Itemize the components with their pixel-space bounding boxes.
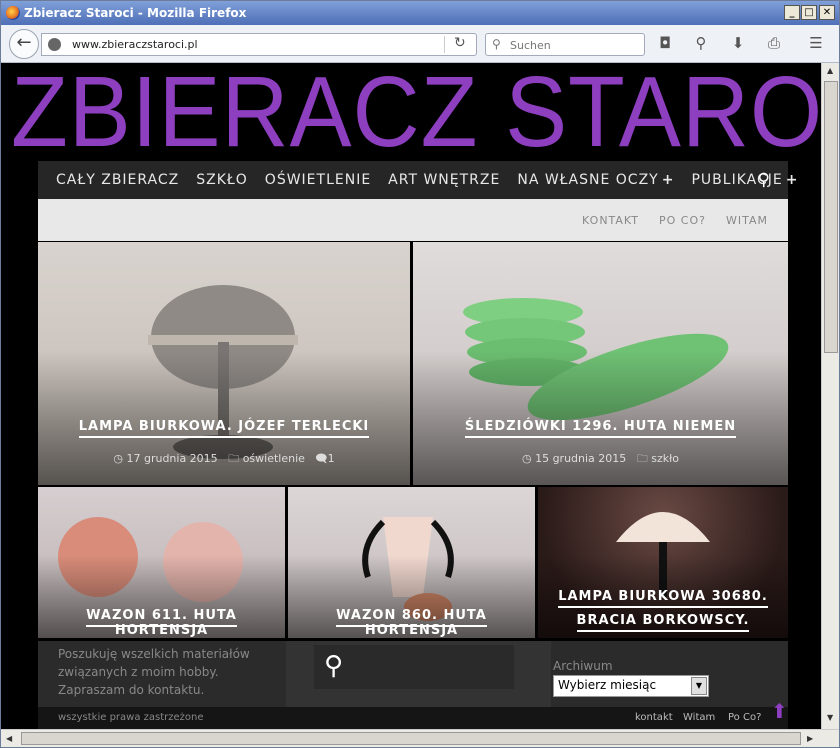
post-title-text: WAZON 860. HUTA HORTENSJA (336, 608, 487, 638)
download-icon[interactable]: ⬇ (728, 34, 748, 52)
folder-icon: 🗀 (228, 452, 240, 465)
back-to-top-icon[interactable]: ⬆ (771, 699, 788, 723)
vertical-scroll-thumb[interactable] (824, 81, 838, 353)
find-icon[interactable]: ⚲ (691, 34, 711, 52)
url-text: www.zbieraczstaroci.pl (72, 38, 198, 51)
globe-icon (48, 38, 61, 51)
post-title[interactable]: LAMPA BIURKOWA 30680. BRACIA BORKOWSCY. (538, 585, 788, 633)
post-tile[interactable]: WAZON 860. HUTA HORTENSJA (288, 487, 535, 638)
footer-about: Poszukuję wszelkich materiałów związanyc… (58, 647, 250, 697)
post-title-text: ŚLEDZIÓWKI 1296. HUTA NIEMEN (464, 419, 737, 438)
folder-icon: 🗀 (636, 452, 648, 465)
footer-bottom: wszystkie prawa zastrzeżone kontakt Wita… (38, 707, 788, 729)
scroll-down-icon[interactable]: ▼ (827, 713, 833, 722)
menu-item-art-wnetrze[interactable]: ART WNĘTRZE (388, 172, 500, 188)
horizontal-scrollbar[interactable]: ◀ ▶ (1, 729, 839, 747)
site-search-icon[interactable]: ⚲ (758, 170, 770, 190)
comment-icon: 🗨 (315, 452, 328, 465)
footer-link-witam[interactable]: Witam (683, 712, 715, 723)
post-title-text: LAMPA BIURKOWA. JÓZEF TERLECKI (78, 419, 370, 438)
search-icon: ⚲ (492, 37, 501, 51)
post-meta: ◷ 15 grudnia 2015 🗀 szkło (413, 450, 788, 469)
post-date: 17 grudnia 2015 (126, 452, 218, 465)
post-title-text: WAZON 611. HUTA HORTENSJA (86, 608, 237, 638)
browser-window: Zbieracz Staroci - Mozilla Firefox _ □ ✕… (0, 0, 840, 748)
sublink-kontakt[interactable]: KONTAKT (582, 214, 639, 227)
search-icon[interactable]: ⚲ (324, 651, 343, 681)
minimize-button[interactable]: _ (784, 5, 800, 20)
footer-search-input[interactable]: ⚲ (314, 645, 514, 689)
scroll-up-icon[interactable]: ▲ (827, 66, 833, 75)
archive-select-value: Wybierz miesiąc (558, 678, 657, 692)
footer-link-po-co[interactable]: Po Co? (728, 712, 761, 723)
navigation-toolbar: ← www.zbieraczstaroci.pl ↻ ⚲ Suchen ◘ ⚲ … (1, 25, 839, 63)
post-meta: ◷ 17 grudnia 2015 🗀 oświetlenie 🗨1 (38, 450, 410, 469)
maximize-button[interactable]: □ (801, 5, 817, 20)
archive-label: Archiwum (553, 659, 613, 673)
secondary-menu: KONTAKT PO CO? WITAM (38, 199, 788, 241)
post-title-line2: BRACIA BORKOWSCY. (576, 613, 750, 632)
window-title: Zbieracz Staroci - Mozilla Firefox (24, 6, 247, 20)
menu-item-caly-zbieracz[interactable]: CAŁY ZBIERACZ (56, 172, 179, 188)
post-title-line1: LAMPA BIURKOWA 30680. (558, 589, 768, 608)
search-box[interactable]: ⚲ Suchen (485, 33, 645, 56)
archive-select[interactable]: Wybierz miesiąc ▼ (553, 675, 709, 697)
main-menu: CAŁY ZBIERACZ SZKŁO OŚWIETLENIE ART WNĘT… (38, 161, 797, 199)
scroll-left-icon[interactable]: ◀ (6, 734, 12, 743)
clock-icon: ◷ (521, 452, 532, 465)
menu-item-label: NA WŁASNE OCZY (517, 172, 659, 188)
post-tile[interactable]: LAMPA BIURKOWA. JÓZEF TERLECKI ◷ 17 grud… (38, 242, 410, 485)
chevron-down-icon: ▼ (691, 677, 707, 695)
post-date: 15 grudnia 2015 (535, 452, 627, 465)
scroll-right-icon[interactable]: ▶ (807, 734, 813, 743)
plus-icon: + (785, 172, 799, 188)
post-tile[interactable]: WAZON 611. HUTA HORTENSJA (38, 487, 285, 638)
post-tile[interactable]: ŚLEDZIÓWKI 1296. HUTA NIEMEN ◷ 15 grudni… (413, 242, 788, 485)
plus-icon: + (661, 172, 675, 188)
post-tile[interactable]: LAMPA BIURKOWA 30680. BRACIA BORKOWSCY. (538, 487, 788, 638)
sublink-po-co[interactable]: PO CO? (659, 214, 706, 227)
back-button[interactable]: ← (9, 29, 39, 59)
post-title[interactable]: ŚLEDZIÓWKI 1296. HUTA NIEMEN (413, 419, 788, 438)
post-title[interactable]: LAMPA BIURKOWA. JÓZEF TERLECKI (38, 419, 410, 438)
footer-widgets: Poszukuję wszelkich materiałów związanyc… (38, 641, 788, 707)
footer-search: ⚲ (286, 641, 551, 707)
post-title[interactable]: WAZON 860. HUTA HORTENSJA (288, 608, 535, 638)
menu-item-na-wlasne-oczy[interactable]: NA WŁASNE OCZY + (517, 172, 674, 188)
url-separator (444, 36, 445, 53)
menu-item-szklo[interactable]: SZKŁO (196, 172, 248, 188)
post-category[interactable]: oświetlenie (243, 452, 305, 465)
menu-icon[interactable]: ☰ (806, 34, 826, 52)
horizontal-scroll-thumb[interactable] (21, 732, 801, 745)
close-button[interactable]: ✕ (819, 5, 835, 20)
firefox-icon (6, 6, 20, 20)
pocket-icon[interactable]: ◘ (655, 34, 675, 52)
reload-icon[interactable]: ↻ (454, 35, 466, 51)
menu-item-publikacje[interactable]: PUBLIKACJE + (691, 172, 798, 188)
comment-count[interactable]: 1 (328, 452, 335, 465)
search-placeholder: Suchen (510, 39, 551, 52)
footer-link-kontakt[interactable]: kontakt (635, 712, 673, 723)
title-bar: Zbieracz Staroci - Mozilla Firefox _ □ ✕ (1, 1, 839, 25)
sublink-witam[interactable]: WITAM (726, 214, 768, 227)
site-logo[interactable]: ZBIERACZ STAROCI (11, 63, 821, 170)
web-page: ZBIERACZ STAROCI CAŁY ZBIERACZ SZKŁO OŚW… (1, 63, 821, 729)
url-bar[interactable]: www.zbieraczstaroci.pl ↻ (41, 33, 477, 56)
menu-item-oswietlenie[interactable]: OŚWIETLENIE (265, 172, 371, 188)
clock-icon: ◷ (113, 452, 123, 465)
copyright-text: wszystkie prawa zastrzeżone (58, 712, 204, 723)
post-title[interactable]: WAZON 611. HUTA HORTENSJA (38, 608, 285, 638)
vertical-scrollbar[interactable]: ▲ ▼ (821, 63, 839, 729)
print-icon[interactable]: ⎙ (764, 34, 784, 52)
post-category[interactable]: szkło (651, 452, 679, 465)
